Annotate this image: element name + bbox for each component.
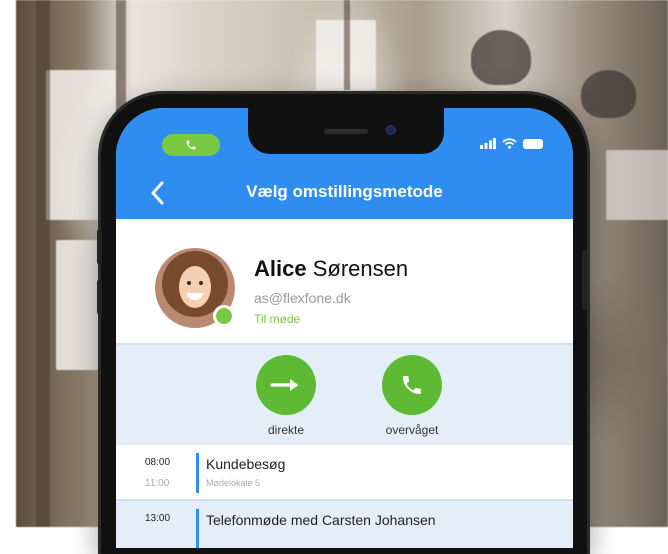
phone-screen: Vælg omstillingsmetode Alice Sørensen as…: [116, 108, 573, 548]
contact-card: Alice Sørensen as@flexfone.dk Til møde: [116, 219, 573, 343]
direct-transfer-label: direkte: [267, 423, 305, 437]
ongoing-call-indicator[interactable]: [162, 134, 220, 156]
wifi-icon: [502, 138, 517, 149]
front-camera: [386, 125, 396, 135]
direct-transfer-option[interactable]: direkte: [241, 355, 331, 437]
event-start-time: 13:00: [145, 513, 171, 524]
event-title: Kundebesøg: [206, 456, 286, 472]
phone-notch: [248, 108, 444, 154]
volume-button: [97, 280, 102, 314]
event-title: Telefonmøde med Carsten Johansen: [206, 512, 436, 528]
calendar-event[interactable]: 08:00 11:00 Kundebesøg Mødelokale 5: [116, 445, 573, 499]
event-location: Mødelokale 5: [206, 478, 261, 488]
phone-icon: [403, 376, 421, 394]
event-end-time: 11:00: [145, 478, 170, 489]
volume-button: [97, 230, 102, 264]
contact-email: as@flexfone.dk: [254, 290, 351, 306]
direct-transfer-button[interactable]: [256, 355, 316, 415]
event-start-time: 08:00: [145, 457, 171, 468]
calendar-event[interactable]: 13:00 Telefonmøde med Carsten Johansen: [116, 499, 573, 548]
phone-icon: [186, 140, 196, 150]
transfer-methods: direkte overvåget: [116, 343, 573, 447]
status-bar: [480, 138, 543, 149]
supervised-transfer-button[interactable]: [382, 355, 442, 415]
contact-last-name: Sørensen: [312, 256, 409, 281]
page-title: Vælg omstillingsmetode: [246, 182, 443, 201]
presence-indicator: [213, 305, 235, 327]
supervised-transfer-label: overvåget: [385, 423, 439, 437]
speaker: [324, 129, 368, 134]
event-color-bar: [196, 509, 199, 548]
contact-first-name: Alice: [254, 256, 307, 281]
signal-icon: [480, 138, 496, 149]
power-button: [582, 250, 587, 310]
contact-status: Til møde: [254, 312, 301, 326]
event-color-bar: [196, 453, 199, 493]
battery-icon: [523, 138, 543, 149]
arrow-right-icon: [270, 379, 298, 391]
contact-name: Alice Sørensen: [254, 256, 408, 282]
supervised-transfer-option[interactable]: overvåget: [367, 355, 457, 437]
